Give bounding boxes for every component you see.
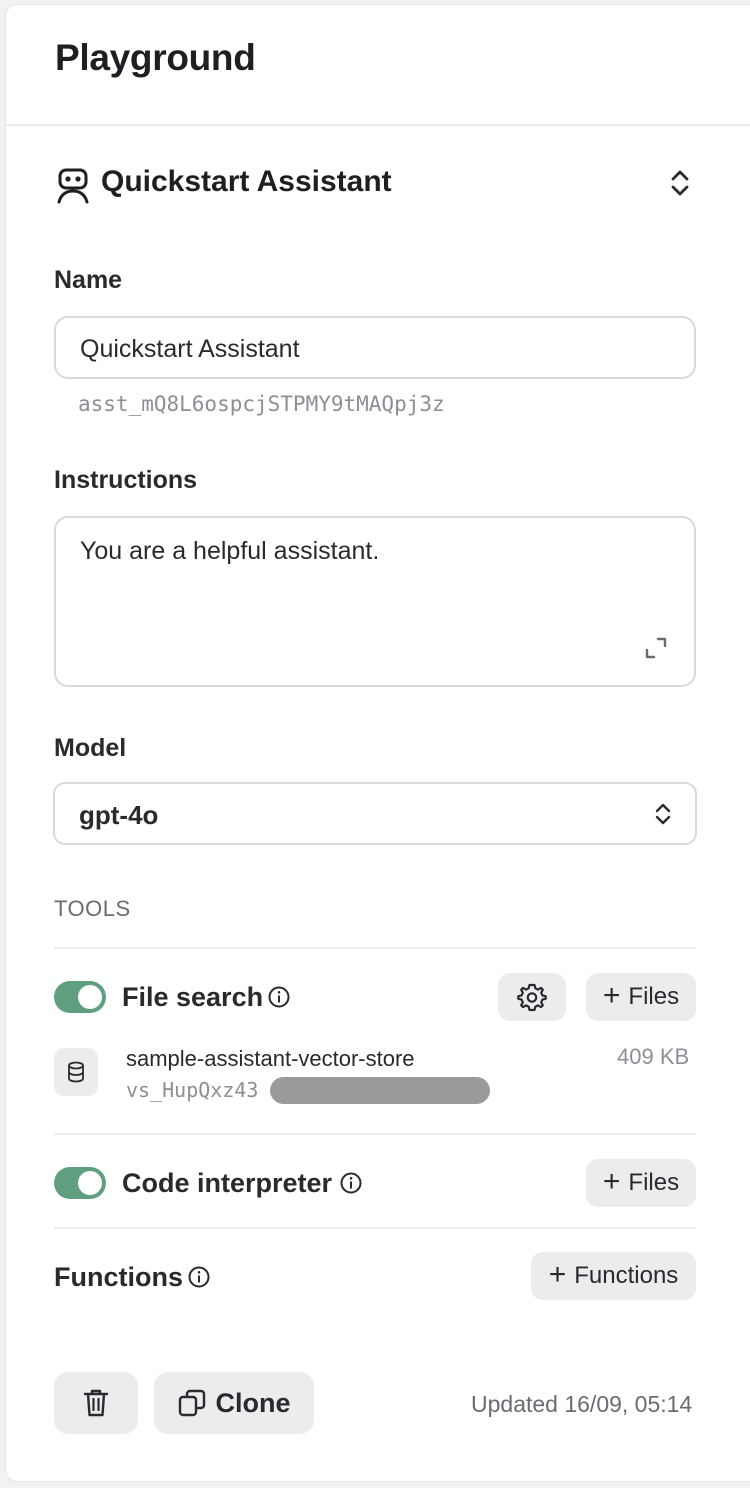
panel-header: Playground [6, 5, 750, 126]
vector-store-name[interactable]: sample-assistant-vector-store [126, 1046, 415, 1072]
delete-button[interactable] [54, 1372, 138, 1434]
gear-icon [517, 983, 547, 1012]
chevron-up-down-icon [655, 803, 671, 825]
file-search-label: File search [122, 982, 264, 1012]
add-files-label: Files [628, 983, 680, 1010]
expand-icon[interactable] [644, 636, 668, 660]
vector-store-id: vs_HupQxz43 [126, 1078, 259, 1102]
code-interpreter-label: Code interpreter [122, 1168, 333, 1198]
tools-heading: TOOLS [54, 896, 131, 921]
database-icon [68, 1061, 84, 1083]
model-label: Model [54, 734, 127, 762]
functions-label: Functions [54, 1262, 183, 1292]
info-icon[interactable] [188, 1266, 210, 1288]
redacted-block [270, 1077, 490, 1104]
assistant-selector[interactable]: Quickstart Assistant [101, 165, 392, 199]
file-search-settings-button[interactable] [498, 973, 566, 1021]
plus-icon: + [602, 1164, 621, 1198]
page-title: Playground [55, 37, 256, 78]
file-search-add-files-button[interactable]: + Files [586, 973, 696, 1021]
instructions-textarea[interactable]: You are a helpful assistant. [54, 516, 696, 687]
add-files-label: Files [628, 1169, 680, 1196]
assistant-id: asst_mQ8L6ospcjSTPMY9tMAQpj3z [78, 392, 445, 416]
name-label: Name [54, 266, 123, 294]
plus-icon: + [548, 1257, 567, 1291]
name-input[interactable]: Quickstart Assistant [54, 316, 696, 379]
divider [54, 1133, 696, 1135]
robot-icon [57, 168, 89, 204]
chevron-up-down-icon[interactable] [669, 167, 691, 199]
copy-icon [179, 1389, 206, 1417]
divider [54, 1227, 696, 1229]
vector-store-size: 409 KB [617, 1044, 690, 1069]
clone-label: Clone [215, 1387, 291, 1418]
divider [54, 947, 696, 949]
code-interpreter-add-files-button[interactable]: + Files [586, 1159, 696, 1207]
info-icon[interactable] [340, 1172, 362, 1194]
clone-button[interactable]: Clone [154, 1372, 314, 1434]
vector-store-tile [54, 1048, 98, 1096]
file-search-toggle[interactable] [54, 981, 106, 1013]
add-functions-label: Functions [574, 1262, 679, 1289]
instructions-label: Instructions [54, 466, 198, 494]
plus-icon: + [602, 978, 621, 1012]
trash-icon [83, 1389, 109, 1417]
add-functions-button[interactable]: + Functions [531, 1252, 696, 1300]
model-select[interactable]: gpt-4o [53, 782, 697, 845]
info-icon[interactable] [268, 986, 290, 1008]
code-interpreter-toggle[interactable] [54, 1167, 106, 1199]
updated-timestamp: Updated 16/09, 05:14 [471, 1391, 693, 1417]
